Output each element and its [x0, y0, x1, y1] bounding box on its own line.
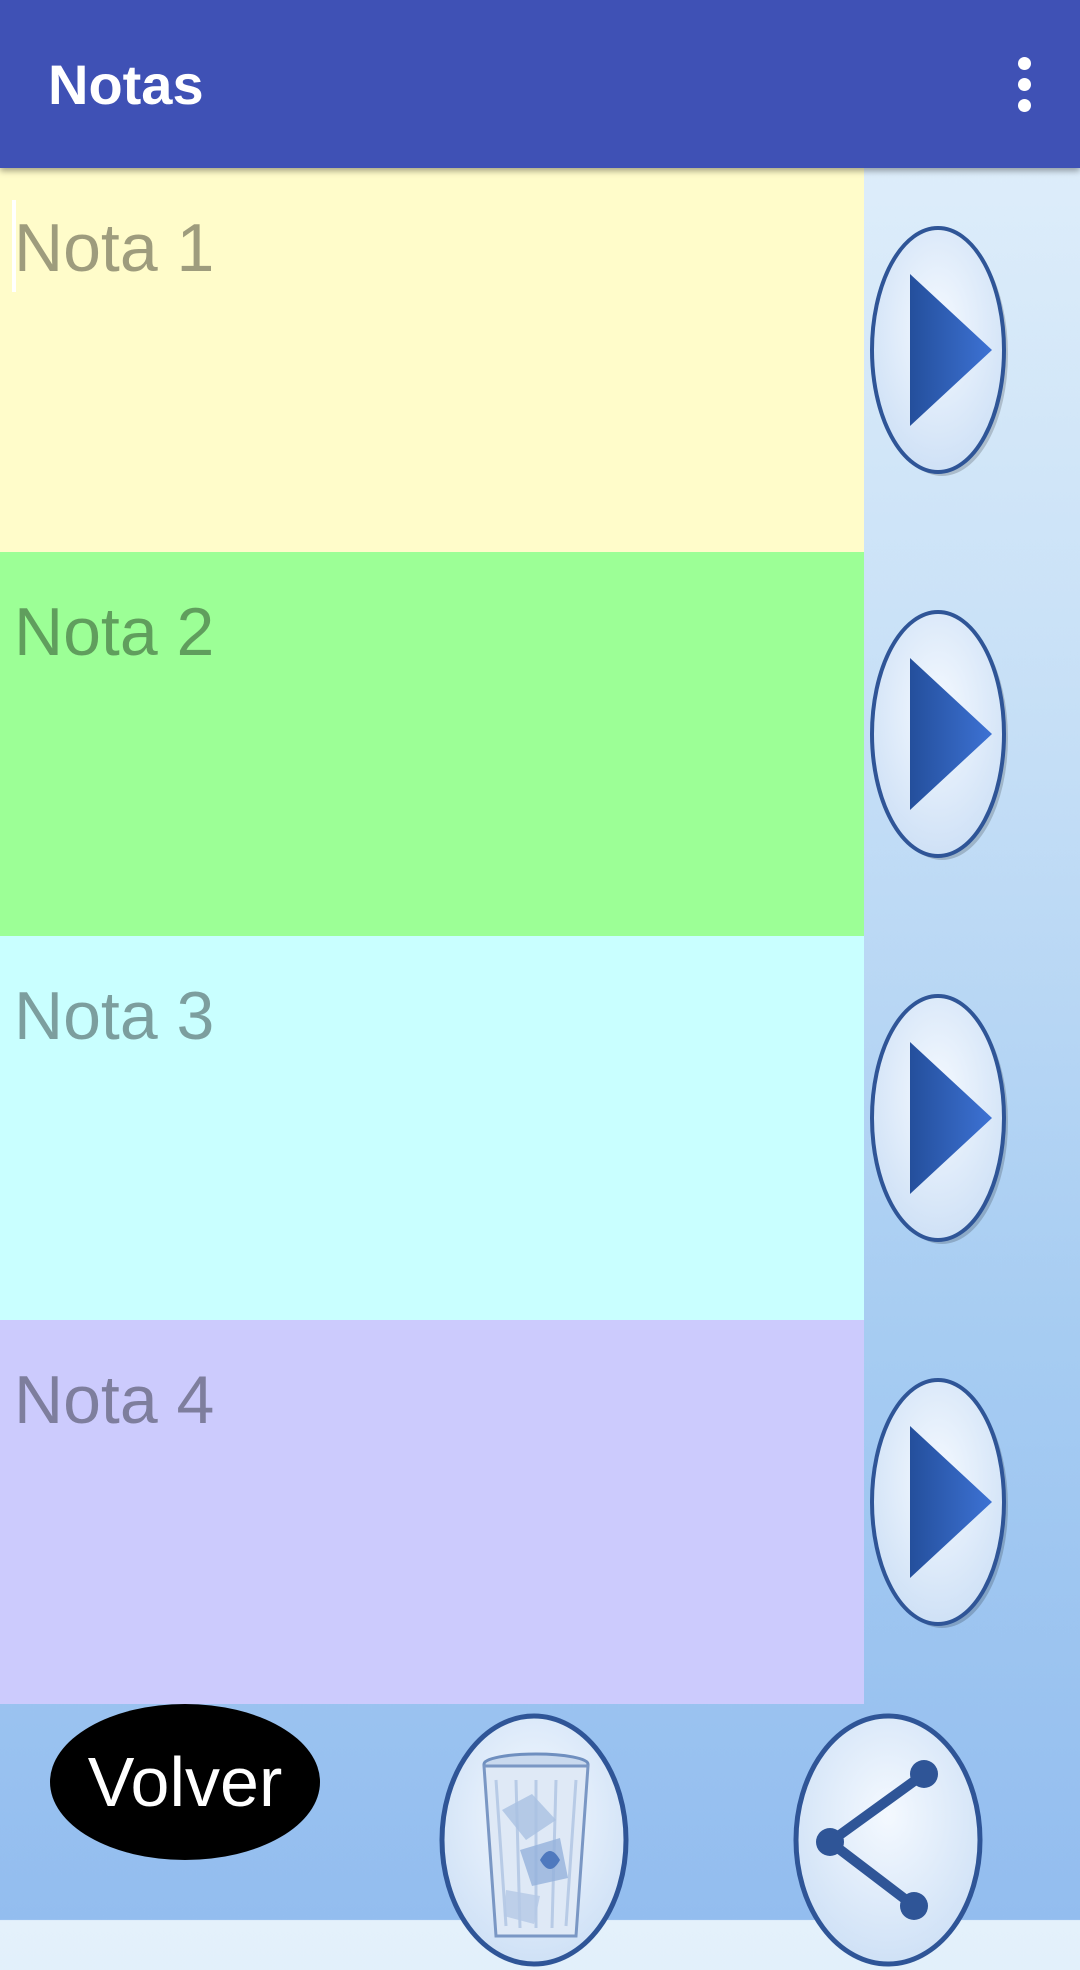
menu-dot — [1017, 56, 1031, 70]
play-icon — [870, 610, 1008, 860]
recycle-bin-icon — [439, 1713, 629, 1967]
menu-dot — [1017, 77, 1031, 91]
play-icon — [870, 994, 1008, 1244]
app-title: Notas — [48, 53, 204, 116]
play-icon — [870, 226, 1008, 476]
back-button[interactable]: Volver — [50, 1704, 320, 1860]
note-placeholder: Nota 2 — [14, 594, 215, 670]
note-field-2[interactable]: Nota 2 — [0, 552, 864, 936]
note-placeholder: Nota 4 — [14, 1362, 215, 1438]
note-field-4[interactable]: Nota 4 — [0, 1320, 864, 1704]
note-placeholder: Nota 3 — [14, 978, 215, 1054]
more-vert-icon[interactable] — [988, 44, 1060, 124]
delete-button[interactable] — [436, 1710, 632, 1970]
open-note-3-button[interactable] — [868, 990, 1012, 1246]
share-button[interactable] — [790, 1710, 986, 1970]
open-note-2-button[interactable] — [868, 606, 1012, 862]
share-icon — [793, 1713, 983, 1967]
note-field-3[interactable]: Nota 3 — [0, 936, 864, 1320]
play-icon — [870, 1378, 1008, 1628]
app-bar: Notas — [0, 0, 1080, 168]
note-placeholder: Nota 1 — [14, 210, 215, 286]
open-note-1-button[interactable] — [868, 222, 1012, 478]
menu-dot — [1017, 98, 1031, 112]
open-note-4-button[interactable] — [868, 1374, 1012, 1630]
note-field-1[interactable]: Nota 1 — [0, 168, 864, 552]
